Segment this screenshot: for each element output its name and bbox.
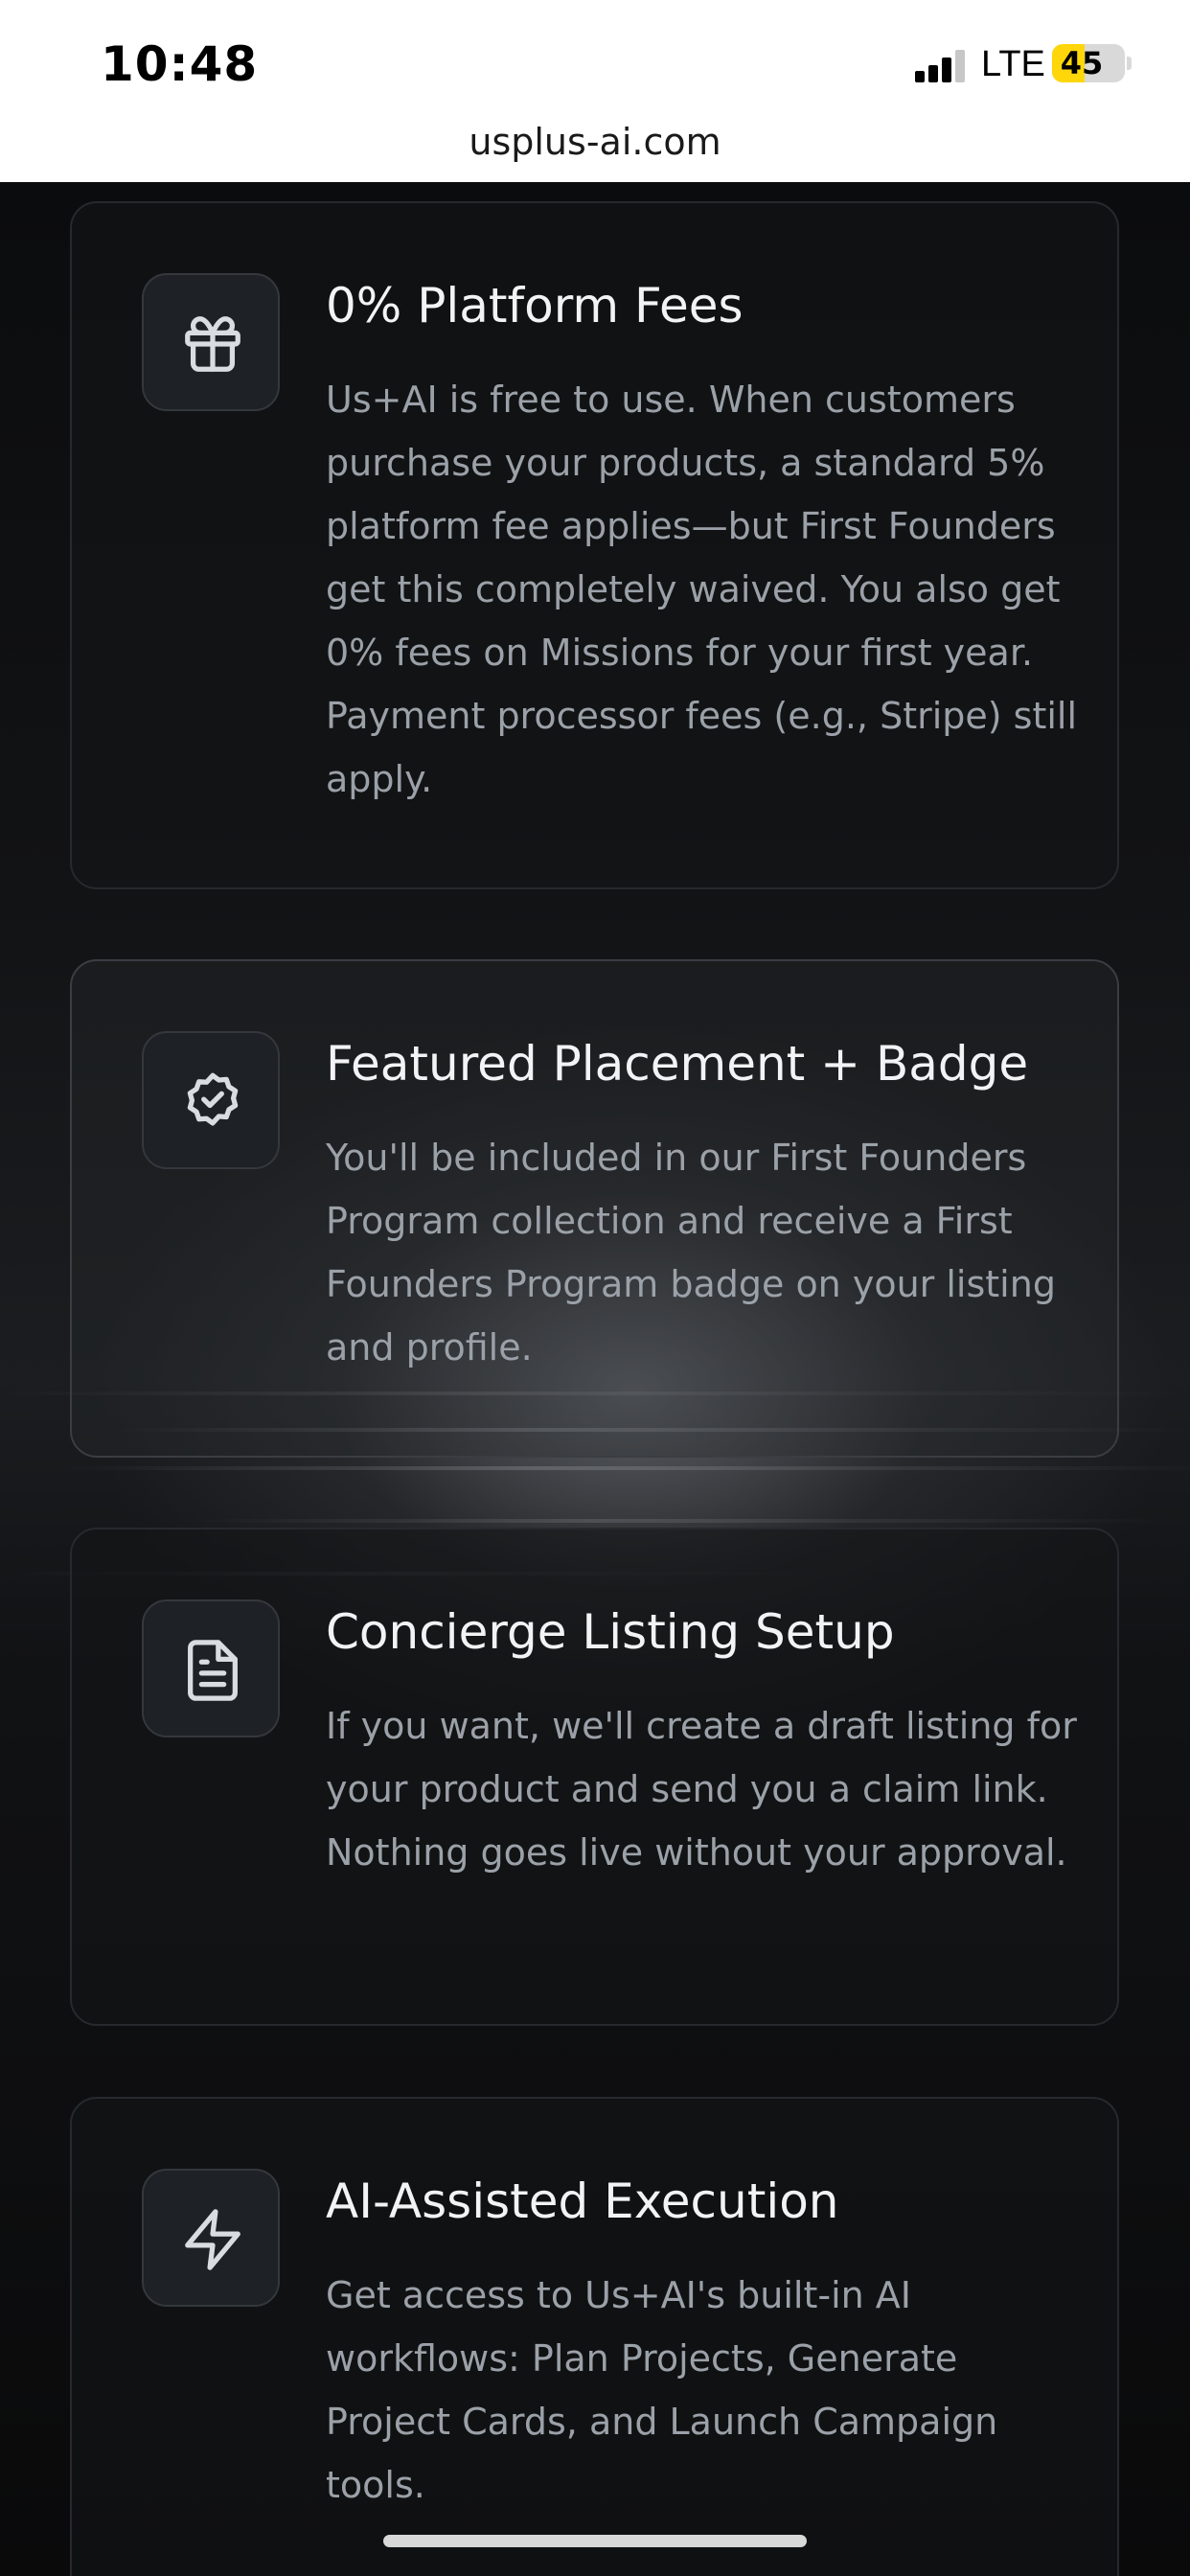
benefit-title: AI-Assisted Execution — [326, 2174, 839, 2229]
page-content: 0% Platform Fees Us+AI is free to use. W… — [0, 182, 1190, 2576]
lightning-icon — [185, 2209, 240, 2270]
benefit-card-featured-placement: Featured Placement + Badge You'll be inc… — [70, 959, 1119, 1458]
benefit-description: Us+AI is free to use. When customers pur… — [326, 379, 1078, 800]
benefit-title: Featured Placement + Badge — [326, 1036, 1029, 1092]
benefit-title: Concierge Listing Setup — [326, 1604, 895, 1660]
benefit-card-platform-fees: 0% Platform Fees Us+AI is free to use. W… — [70, 201, 1119, 889]
home-indicator[interactable] — [383, 2535, 807, 2547]
benefit-card-ai-execution: AI-Assisted Execution Get access to Us+A… — [70, 2097, 1119, 2576]
water-ripple — [192, 1519, 1190, 1523]
benefit-icon-box — [142, 1599, 280, 1737]
benefit-description: Get access to Us+AI's built-in AI workfl… — [326, 2274, 998, 2506]
battery-icon: 45 — [1052, 44, 1125, 82]
address-bar-url[interactable]: usplus-ai.com — [0, 121, 1190, 163]
benefit-icon-box — [142, 273, 280, 411]
benefit-icon-box — [142, 2169, 280, 2307]
badge-check-icon — [187, 1072, 239, 1126]
water-ripple — [57, 1466, 1190, 1470]
document-icon — [188, 1640, 238, 1701]
battery-cap — [1127, 57, 1132, 70]
benefit-title: 0% Platform Fees — [326, 278, 744, 334]
benefit-description: You'll be included in our First Founders… — [326, 1137, 1056, 1368]
status-bar: 10:48 LTE 45 usplus-ai.com — [0, 0, 1190, 182]
signal-icon — [915, 50, 969, 82]
benefit-card-concierge-setup: Concierge Listing Setup If you want, we'… — [70, 1528, 1119, 2026]
benefit-icon-box — [142, 1031, 280, 1169]
gift-icon — [185, 316, 240, 372]
battery-level: 45 — [1060, 45, 1104, 81]
benefit-description: If you want, we'll create a draft listin… — [326, 1705, 1077, 1874]
status-time: 10:48 — [101, 36, 259, 92]
network-type: LTE — [981, 44, 1045, 84]
